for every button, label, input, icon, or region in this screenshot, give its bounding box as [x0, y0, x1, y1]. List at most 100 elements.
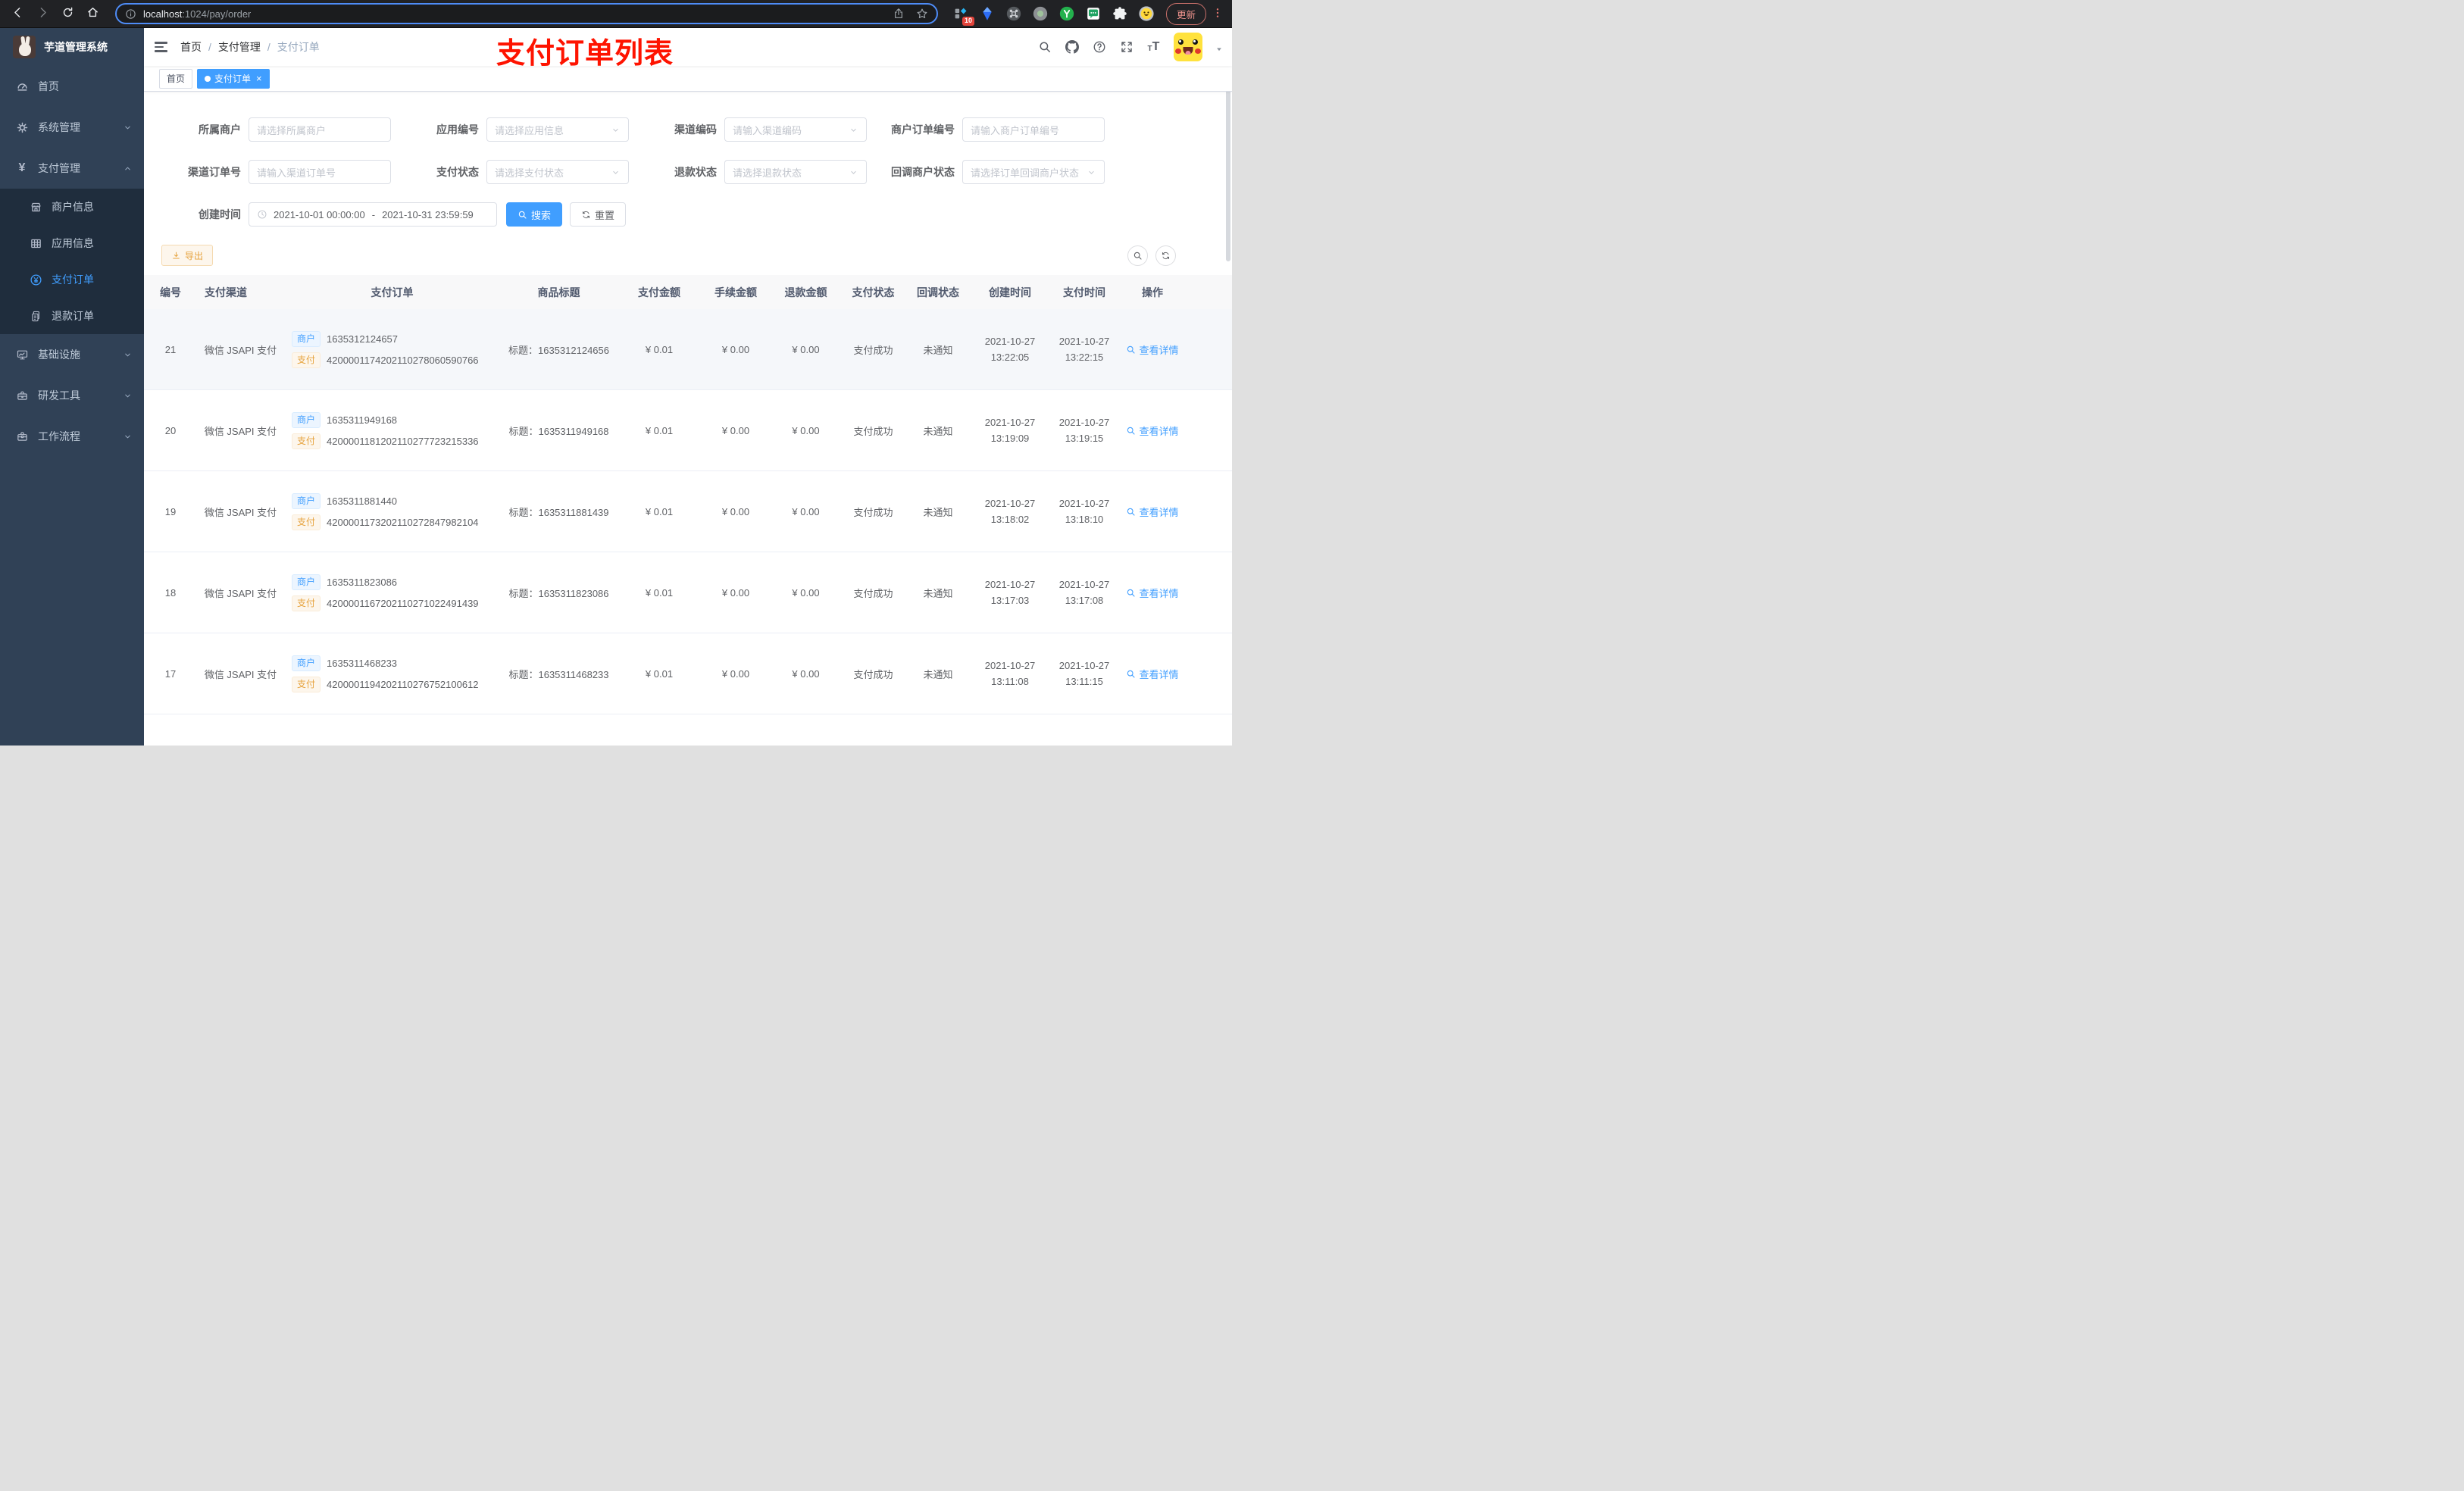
font-size-icon[interactable]: TT: [1146, 40, 1161, 55]
view-detail-link[interactable]: 查看详情: [1126, 424, 1179, 438]
fullscreen-icon[interactable]: [1119, 40, 1134, 55]
arrow-forward-icon: [36, 6, 49, 21]
reset-button[interactable]: 重置: [570, 202, 627, 227]
date-range-input[interactable]: 2021-10-01 00:00:00 - 2021-10-31 23:59:5…: [249, 202, 497, 227]
arrow-back-icon: [11, 6, 24, 21]
filter-input[interactable]: 请选择退款状态: [724, 160, 867, 184]
chevron-icon: [124, 392, 132, 400]
filter-label: 渠道编码: [674, 123, 717, 136]
cell-notify: 未通知: [923, 344, 953, 356]
gear-icon: [15, 120, 29, 134]
sidebar-item[interactable]: 基础设施: [0, 334, 144, 375]
toolbox-icon: [15, 389, 29, 402]
filter-input[interactable]: 请选择所属商户: [249, 117, 391, 142]
filter-input[interactable]: 请选择支付状态: [486, 160, 629, 184]
star-icon[interactable]: [916, 8, 928, 20]
column-header: 支付金额: [638, 286, 680, 299]
browser-update-button[interactable]: 更新: [1165, 2, 1206, 25]
breadcrumb-item[interactable]: 首页: [180, 39, 218, 55]
address-bar[interactable]: localhost:1024/pay/order: [115, 3, 938, 24]
search-icon[interactable]: [1037, 40, 1052, 55]
filter-field: 所属商户 请选择所属商户: [173, 117, 391, 142]
cell-id: 19: [164, 505, 177, 517]
placeholder-text: 请输入渠道订单号: [257, 167, 336, 179]
sidebar-item[interactable]: 首页: [0, 66, 144, 107]
cell-created: 2021-10-27 13:22:05: [984, 336, 1036, 363]
browser-menu-icon[interactable]: [1211, 5, 1224, 23]
view-detail-link[interactable]: 查看详情: [1126, 667, 1179, 681]
tab-label: 支付订单: [214, 73, 252, 84]
clock-icon: [257, 209, 267, 220]
sidebar-item[interactable]: 研发工具: [0, 375, 144, 416]
filter-field: 退款状态 请选择退款状态: [649, 160, 867, 184]
cell-amount: ¥ 0.01: [645, 424, 674, 436]
sidebar: 芋道管理系统 首页 系统管理 ¥ 支付管理 商户信息 应用信息 支付订单 退款订…: [0, 28, 144, 746]
view-detail-link[interactable]: 查看详情: [1126, 586, 1179, 600]
close-icon[interactable]: ×: [256, 73, 262, 83]
magnifier-icon: [1126, 345, 1136, 355]
magnifier-icon: [1126, 588, 1136, 598]
filter-label: 所属商户: [199, 123, 241, 136]
hamburger-icon[interactable]: [144, 42, 167, 52]
pay-order-no: 4200001194202110276752100612: [327, 678, 479, 690]
filter-input[interactable]: 请输入商户订单编号: [962, 117, 1105, 142]
caret-down-icon[interactable]: [1215, 43, 1223, 52]
github-icon[interactable]: [1065, 40, 1079, 55]
chevron-icon: [124, 433, 132, 441]
breadcrumb: 首页支付管理支付订单: [180, 39, 320, 55]
sidebar-item[interactable]: 系统管理: [0, 107, 144, 148]
tab[interactable]: 首页: [159, 68, 193, 89]
filter-input[interactable]: 请选择应用信息: [486, 117, 629, 142]
cell-paid: 2021-10-27 13:22:15: [1058, 336, 1110, 363]
magnifier-icon: [1126, 507, 1136, 517]
sidebar-item[interactable]: 工作流程: [0, 416, 144, 457]
view-detail-link[interactable]: 查看详情: [1126, 505, 1179, 519]
sidebar-item[interactable]: 应用信息: [0, 225, 144, 261]
table-body: 21 微信 JSAPI 支付 商户 1635312124657 支付 4200001…: [144, 309, 1232, 714]
sidebar-logo[interactable]: 芋道管理系统: [0, 28, 144, 66]
column-header: 手续金额: [714, 286, 757, 299]
sidebar-item-label: 研发工具: [38, 389, 80, 402]
table-tools: [1127, 245, 1176, 266]
share-icon[interactable]: [893, 8, 905, 20]
placeholder-text: 请选择所属商户: [257, 124, 327, 136]
merchant-order-no: 1635311823086: [327, 576, 398, 588]
filter-input[interactable]: 请选择订单回调商户状态: [962, 160, 1105, 184]
tab-label: 首页: [167, 73, 186, 84]
table-refresh-button[interactable]: [1155, 245, 1176, 266]
sidebar-item-label: 工作流程: [38, 430, 80, 442]
sidebar-item-label: 应用信息: [52, 237, 94, 249]
monitor-icon: [15, 348, 29, 361]
cell-channel: 微信 JSAPI 支付: [204, 587, 277, 599]
search-button[interactable]: 搜索: [506, 202, 563, 227]
sidebar-item[interactable]: ¥ 支付管理: [0, 148, 144, 189]
breadcrumb-item[interactable]: 支付管理: [218, 39, 277, 55]
filter-input[interactable]: 请输入渠道订单号: [249, 160, 391, 184]
pikachu-avatar[interactable]: [1174, 33, 1202, 61]
sidebar-item-label: 支付订单: [52, 274, 94, 286]
merchant-tag: 商户: [292, 411, 321, 428]
question-icon[interactable]: [1092, 40, 1106, 55]
filter-row-2: 渠道订单号 请输入渠道订单号 支付状态 请选择支付状态 退款状态 请选择退款状态…: [173, 160, 1232, 184]
sidebar-item[interactable]: 商户信息: [0, 189, 144, 225]
breadcrumb-item[interactable]: 支付订单: [277, 39, 320, 55]
sidebar-item-label: 系统管理: [38, 121, 80, 133]
sidebar-item[interactable]: 退款订单: [0, 298, 144, 334]
chevron-icon: [124, 123, 132, 132]
export-button[interactable]: 导出: [161, 245, 214, 266]
cell-channel: 微信 JSAPI 支付: [204, 668, 277, 680]
ext-y-icon: [1058, 5, 1075, 22]
sidebar-item[interactable]: 支付订单: [0, 261, 144, 298]
cell-title: 标题：1635311881439: [508, 506, 609, 518]
cell-order: 商户 1635311468233 支付 4200001194202110276752…: [284, 650, 500, 698]
filter-input[interactable]: 请输入渠道编码: [724, 117, 867, 142]
pay-tag: 支付: [292, 352, 321, 368]
table-search-button[interactable]: [1127, 245, 1148, 266]
workflow-case-icon: [15, 430, 29, 443]
page-annotation: 支付订单列表: [496, 38, 674, 70]
scrollbar[interactable]: [1226, 72, 1230, 261]
cell-title: 标题：1635311468233: [508, 668, 609, 680]
view-detail-link[interactable]: 查看详情: [1126, 342, 1179, 357]
column-header: 操作: [1142, 286, 1163, 299]
tab[interactable]: 支付订单 ×: [197, 68, 270, 89]
